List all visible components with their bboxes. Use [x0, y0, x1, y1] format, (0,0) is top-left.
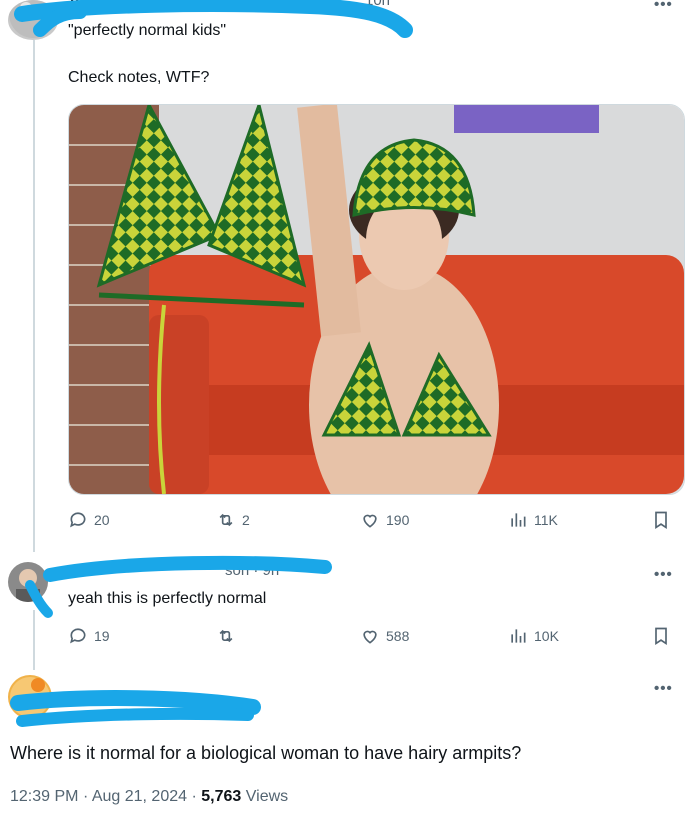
like-button[interactable]: 190 [360, 510, 409, 530]
reply-button[interactable]: 19 [68, 626, 110, 646]
thread-line [33, 40, 35, 552]
reply-icon [70, 628, 86, 644]
post-time[interactable]: 12:39 PM [10, 788, 78, 805]
repost-icon [219, 513, 233, 527]
meta-separator: · [191, 788, 197, 805]
repost-count: 2 [242, 512, 250, 528]
post-timestamp[interactable]: son · 9h [225, 562, 279, 579]
views-count: 5,763 [201, 788, 242, 805]
meta-separator: · [82, 788, 89, 805]
bookmark-icon [655, 627, 667, 646]
like-count: 190 [386, 512, 410, 528]
avatar[interactable] [8, 0, 58, 40]
views-button[interactable]: 11K [508, 510, 558, 530]
like-count: 588 [386, 628, 410, 644]
more-icon[interactable]: ••• [654, 0, 673, 13]
views-count: 10K [534, 628, 559, 644]
post-timestamp[interactable]: 10h [365, 0, 390, 9]
repost-button[interactable]: 2 [216, 510, 250, 530]
more-icon[interactable]: ••• [654, 680, 673, 697]
post-date[interactable]: Aug 21, 2024 [92, 788, 187, 805]
tweet-body: yeah this is perfectly normal [68, 590, 267, 607]
tweet-quoted-line: "perfectly normal kids" [68, 22, 227, 39]
bookmark-button[interactable] [652, 626, 670, 646]
avatar[interactable] [8, 675, 52, 719]
author-handle[interactable]: n Edwards [70, 0, 146, 9]
reply-count: 19 [94, 628, 110, 644]
reply-button[interactable]: 20 [68, 510, 110, 530]
repost-icon [219, 629, 233, 643]
like-icon [363, 630, 377, 644]
more-icon[interactable]: ••• [654, 566, 673, 583]
tweet-body: Check notes, WTF? [68, 69, 210, 86]
like-button[interactable]: 588 [360, 626, 409, 646]
reply-icon [70, 512, 86, 528]
thread-line [33, 610, 35, 670]
repost-button[interactable] [216, 626, 242, 646]
like-icon [363, 514, 377, 528]
views-button[interactable]: 10K [508, 626, 559, 646]
post-image[interactable] [68, 104, 685, 495]
tweet-body: Where is it normal for a biological woma… [10, 743, 522, 763]
reply-count: 20 [94, 512, 110, 528]
views-count: 11K [534, 512, 558, 528]
post-meta: 12:39 PM · Aug 21, 2024 · 5,763 Views [10, 788, 288, 806]
views-icon [511, 629, 526, 643]
bookmark-icon [655, 511, 667, 530]
avatar[interactable] [8, 562, 48, 602]
bookmark-button[interactable] [652, 510, 670, 530]
views-label: Views [245, 788, 289, 805]
views-icon [511, 513, 526, 527]
